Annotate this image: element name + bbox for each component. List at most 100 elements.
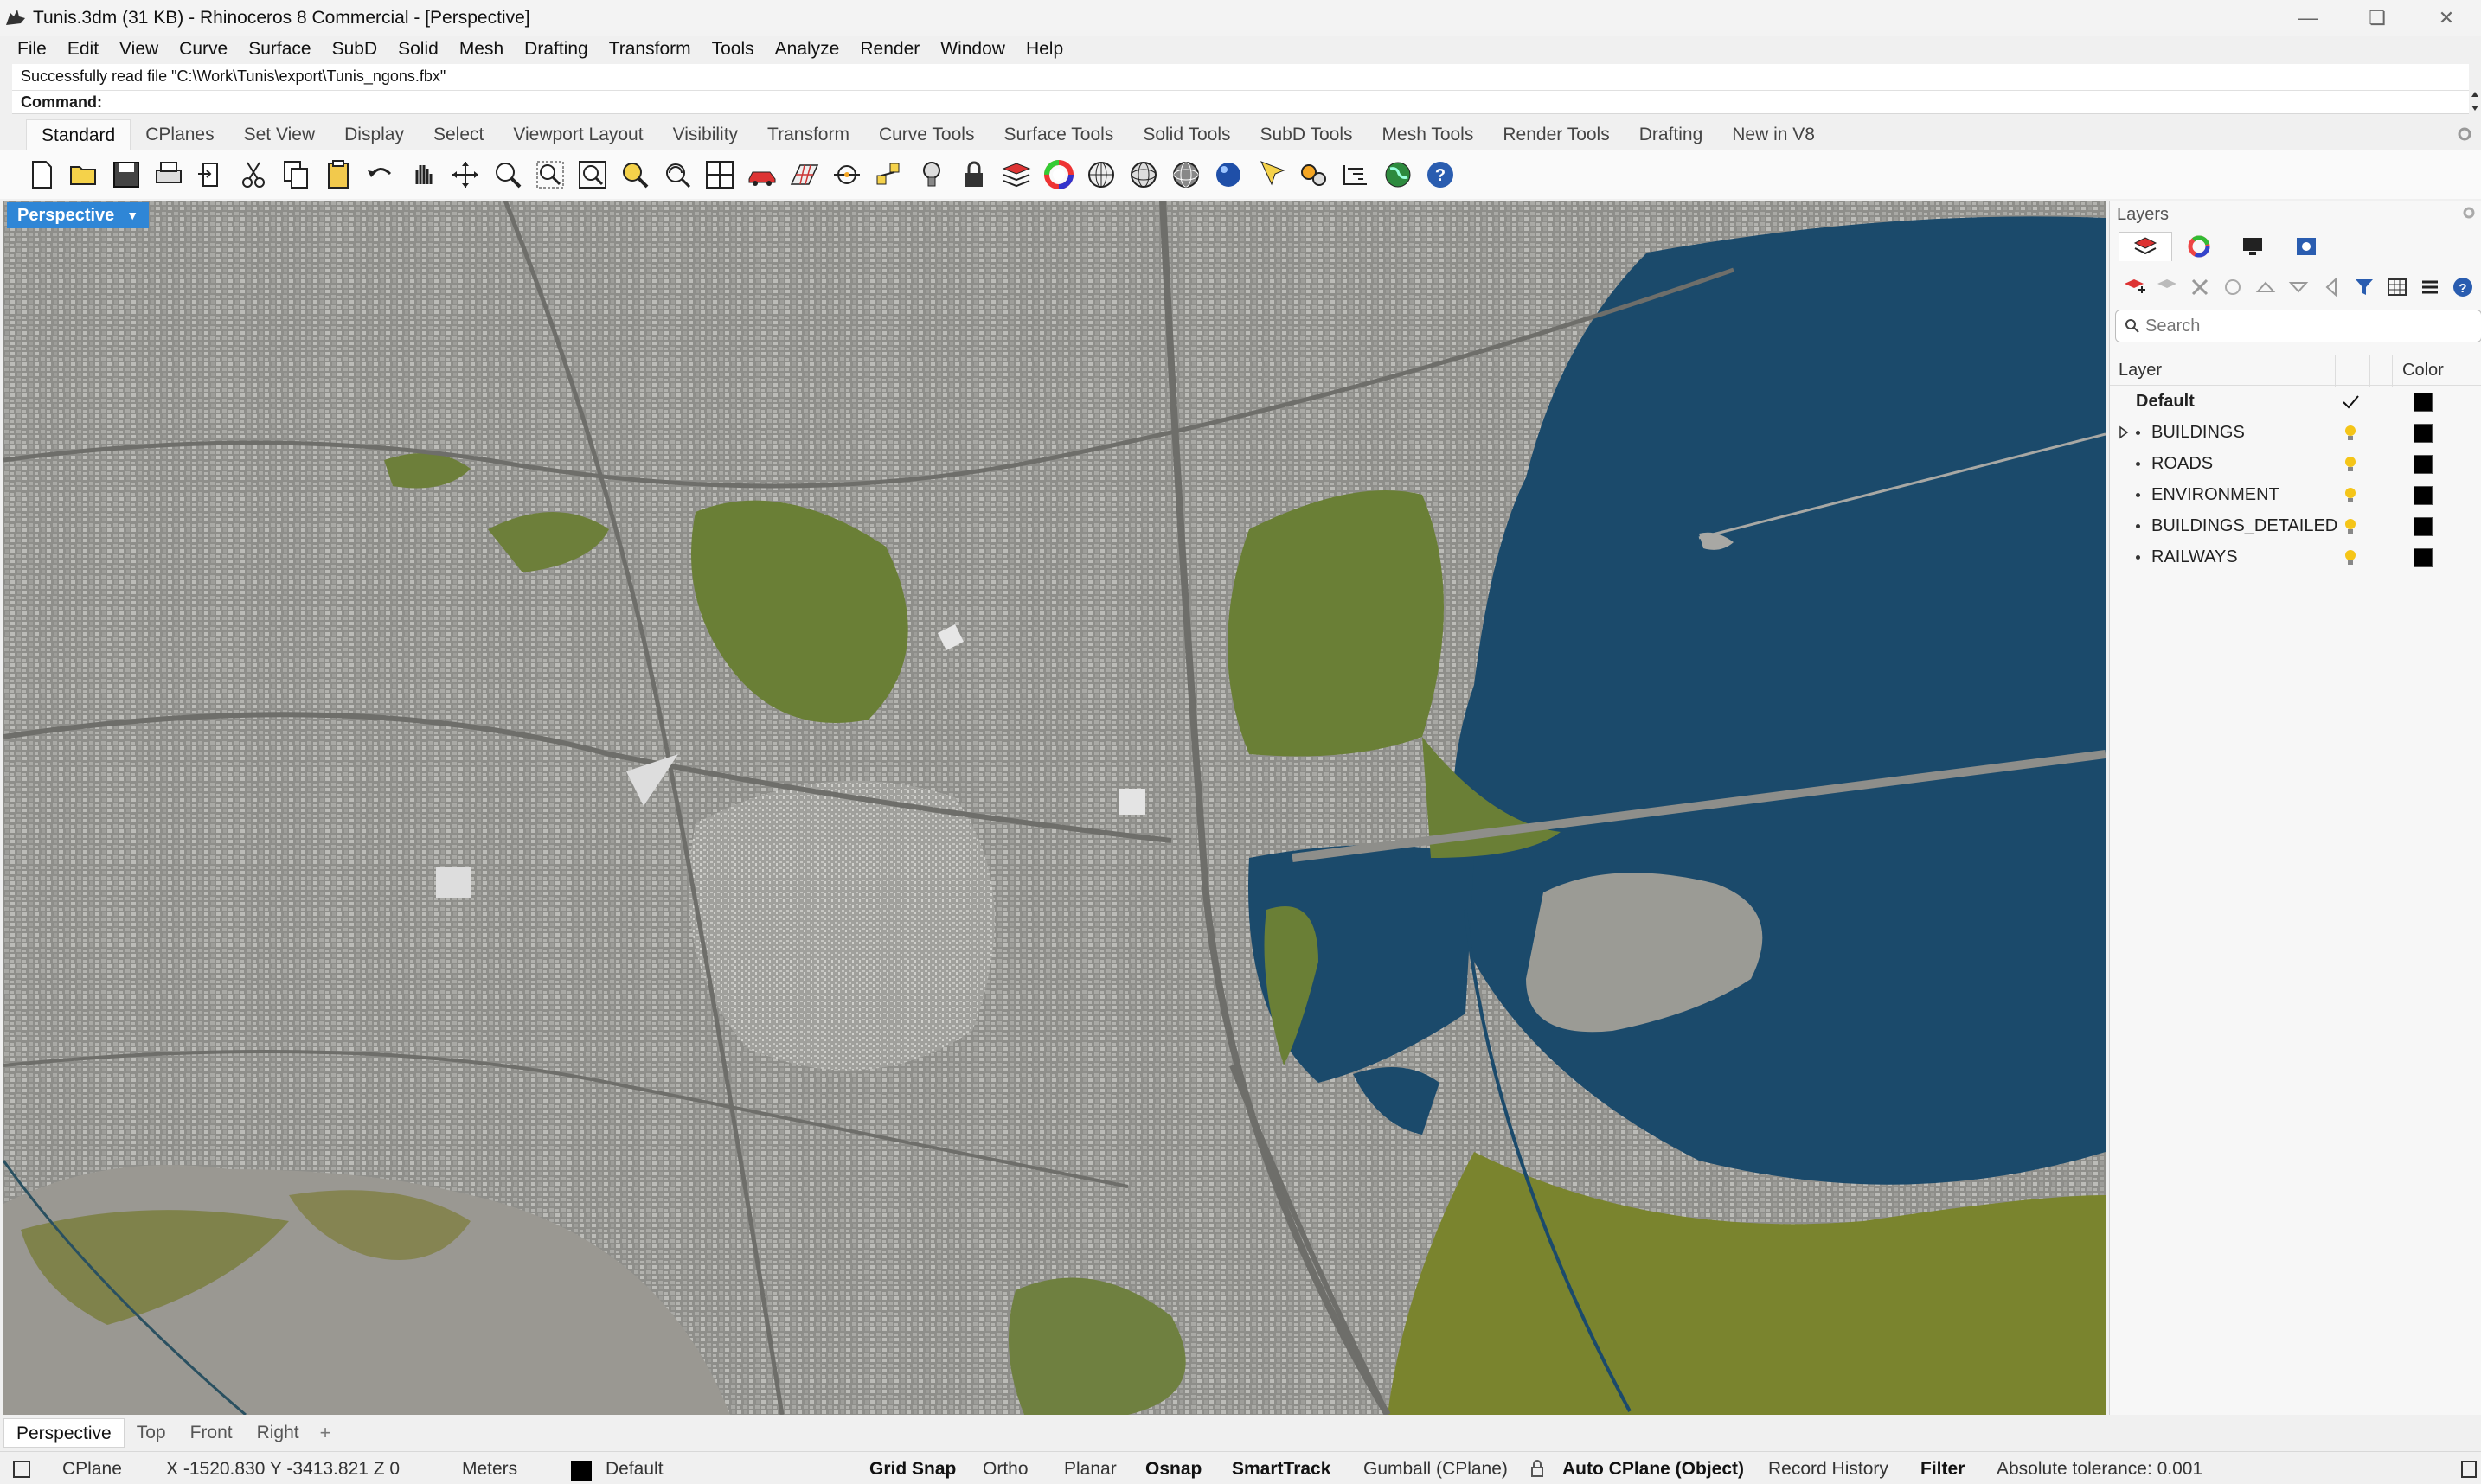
current-layer[interactable]: Default [606, 1459, 664, 1480]
perspective-viewport[interactable]: Perspective ▼ [3, 201, 2106, 1415]
tab-display[interactable]: Display [330, 119, 419, 150]
points-icon[interactable] [872, 157, 907, 192]
snap-icon[interactable] [830, 157, 864, 192]
tab-select[interactable]: Select [419, 119, 498, 150]
filter-icon[interactable] [2349, 272, 2380, 303]
viewport-title-button[interactable]: Perspective ▼ [7, 202, 150, 228]
layer-row-environment[interactable]: ENVIRONMENT [2110, 479, 2481, 510]
menu-drafting[interactable]: Drafting [514, 39, 599, 60]
sphere-wire-icon[interactable] [1126, 157, 1161, 192]
save-icon[interactable] [109, 157, 144, 192]
cut-icon[interactable] [236, 157, 271, 192]
options-icon[interactable] [1296, 157, 1330, 192]
layer-color-swatch[interactable] [2414, 548, 2433, 567]
move-down-icon[interactable] [2283, 272, 2314, 303]
paste-icon[interactable] [321, 157, 356, 192]
menu-curve[interactable]: Curve [169, 39, 238, 60]
tab-drafting[interactable]: Drafting [1625, 119, 1718, 150]
panel-toggle-right-icon[interactable] [2460, 1460, 2478, 1479]
blue-sphere-icon[interactable] [1211, 157, 1246, 192]
new-sublayer-icon[interactable] [2151, 272, 2183, 303]
lightbulb-icon[interactable] [2340, 423, 2361, 444]
cplane-label[interactable]: CPlane [62, 1459, 122, 1480]
lightbulb-icon[interactable] [2340, 516, 2361, 537]
filter-toggle[interactable]: Filter [1920, 1459, 1965, 1480]
layer-row-railways[interactable]: RAILWAYS [2110, 541, 2481, 572]
render-ball-icon[interactable] [1084, 157, 1119, 192]
layers-tab[interactable] [2119, 232, 2172, 261]
units[interactable]: Meters [462, 1459, 517, 1480]
move-parent-icon[interactable] [2316, 272, 2347, 303]
pan-icon[interactable] [406, 157, 440, 192]
zoom-extents-icon[interactable] [575, 157, 610, 192]
tab-render-tools[interactable]: Render Tools [1488, 119, 1624, 150]
car-icon[interactable] [745, 157, 779, 192]
current-layer-swatch[interactable] [571, 1461, 592, 1481]
zoom-window-icon[interactable] [533, 157, 567, 192]
layer-color-swatch[interactable] [2414, 424, 2433, 443]
tab-surface-tools[interactable]: Surface Tools [989, 119, 1128, 150]
properties-tab[interactable] [2279, 232, 2333, 261]
ortho-toggle[interactable]: Ortho [983, 1459, 1029, 1480]
panel-toggle-icon[interactable] [12, 1460, 31, 1479]
viewport-dropdown-icon[interactable]: ▼ [126, 202, 138, 228]
planar-toggle[interactable]: Planar [1064, 1459, 1117, 1480]
layer-color-swatch[interactable] [2414, 455, 2433, 474]
osnap-toggle[interactable]: Osnap [1145, 1459, 1202, 1480]
menu-analyze[interactable]: Analyze [765, 39, 850, 60]
tab-standard[interactable]: Standard [26, 119, 131, 150]
rotate-icon[interactable] [660, 157, 695, 192]
layer-color-swatch[interactable] [2414, 517, 2433, 536]
environment-icon[interactable] [1381, 157, 1415, 192]
menu-edit[interactable]: Edit [57, 39, 109, 60]
lightbulb-icon[interactable] [2340, 454, 2361, 475]
light-icon[interactable] [914, 157, 949, 192]
open-icon[interactable] [67, 157, 101, 192]
new-icon[interactable] [24, 157, 59, 192]
menu-file[interactable]: File [7, 39, 57, 60]
help-icon[interactable]: ? [1423, 157, 1458, 192]
menu-lines-icon[interactable] [2414, 272, 2446, 303]
lock-icon[interactable] [1529, 1459, 1545, 1478]
grid-icon[interactable] [787, 157, 822, 192]
materials-tab[interactable] [2172, 232, 2226, 261]
rotate-view-icon[interactable] [448, 157, 483, 192]
tab-set-view[interactable]: Set View [229, 119, 330, 150]
viewport-tab-top[interactable]: Top [125, 1418, 178, 1448]
grid-snap-toggle[interactable]: Grid Snap [869, 1459, 956, 1480]
four-viewports-icon[interactable] [702, 157, 737, 192]
print-icon[interactable] [151, 157, 186, 192]
layer-search-input[interactable] [2145, 314, 2465, 338]
smarttrack-toggle[interactable]: SmartTrack [1232, 1459, 1330, 1480]
duplicate-icon[interactable] [2217, 272, 2248, 303]
menu-solid[interactable]: Solid [388, 39, 449, 60]
import-icon[interactable] [194, 157, 228, 192]
table-icon[interactable] [2382, 272, 2413, 303]
viewport-tab-right[interactable]: Right [245, 1418, 311, 1448]
viewport-tab-perspective[interactable]: Perspective [3, 1418, 125, 1448]
gear-icon[interactable] [2455, 125, 2474, 144]
hide-icon[interactable] [1253, 157, 1288, 192]
menu-view[interactable]: View [109, 39, 169, 60]
menu-help[interactable]: Help [1016, 39, 1074, 60]
tab-solid-tools[interactable]: Solid Tools [1128, 119, 1245, 150]
menu-subd[interactable]: SubD [322, 39, 388, 60]
lock-icon[interactable] [957, 157, 991, 192]
delete-icon[interactable] [2184, 272, 2215, 303]
tab-curve-tools[interactable]: Curve Tools [864, 119, 990, 150]
checkmark-icon[interactable] [2340, 392, 2361, 413]
layer-row-roads[interactable]: ROADS [2110, 448, 2481, 479]
undo-icon[interactable] [363, 157, 398, 192]
layer-icon[interactable] [999, 157, 1034, 192]
lightbulb-icon[interactable] [2340, 547, 2361, 568]
command-scroll-icon[interactable] [2469, 88, 2481, 114]
panel-help-icon[interactable]: ? [2447, 272, 2478, 303]
tab-mesh-tools[interactable]: Mesh Tools [1368, 119, 1489, 150]
zoom-icon[interactable] [490, 157, 525, 192]
maximize-icon[interactable]: ❏ [2343, 0, 2412, 36]
record-history-toggle[interactable]: Record History [1768, 1459, 1888, 1480]
tab-subd-tools[interactable]: SubD Tools [1246, 119, 1368, 150]
gumball-toggle[interactable]: Gumball (CPlane) [1363, 1459, 1508, 1480]
copy-icon[interactable] [279, 157, 313, 192]
auto-cplane-toggle[interactable]: Auto CPlane (Object) [1562, 1459, 1744, 1480]
